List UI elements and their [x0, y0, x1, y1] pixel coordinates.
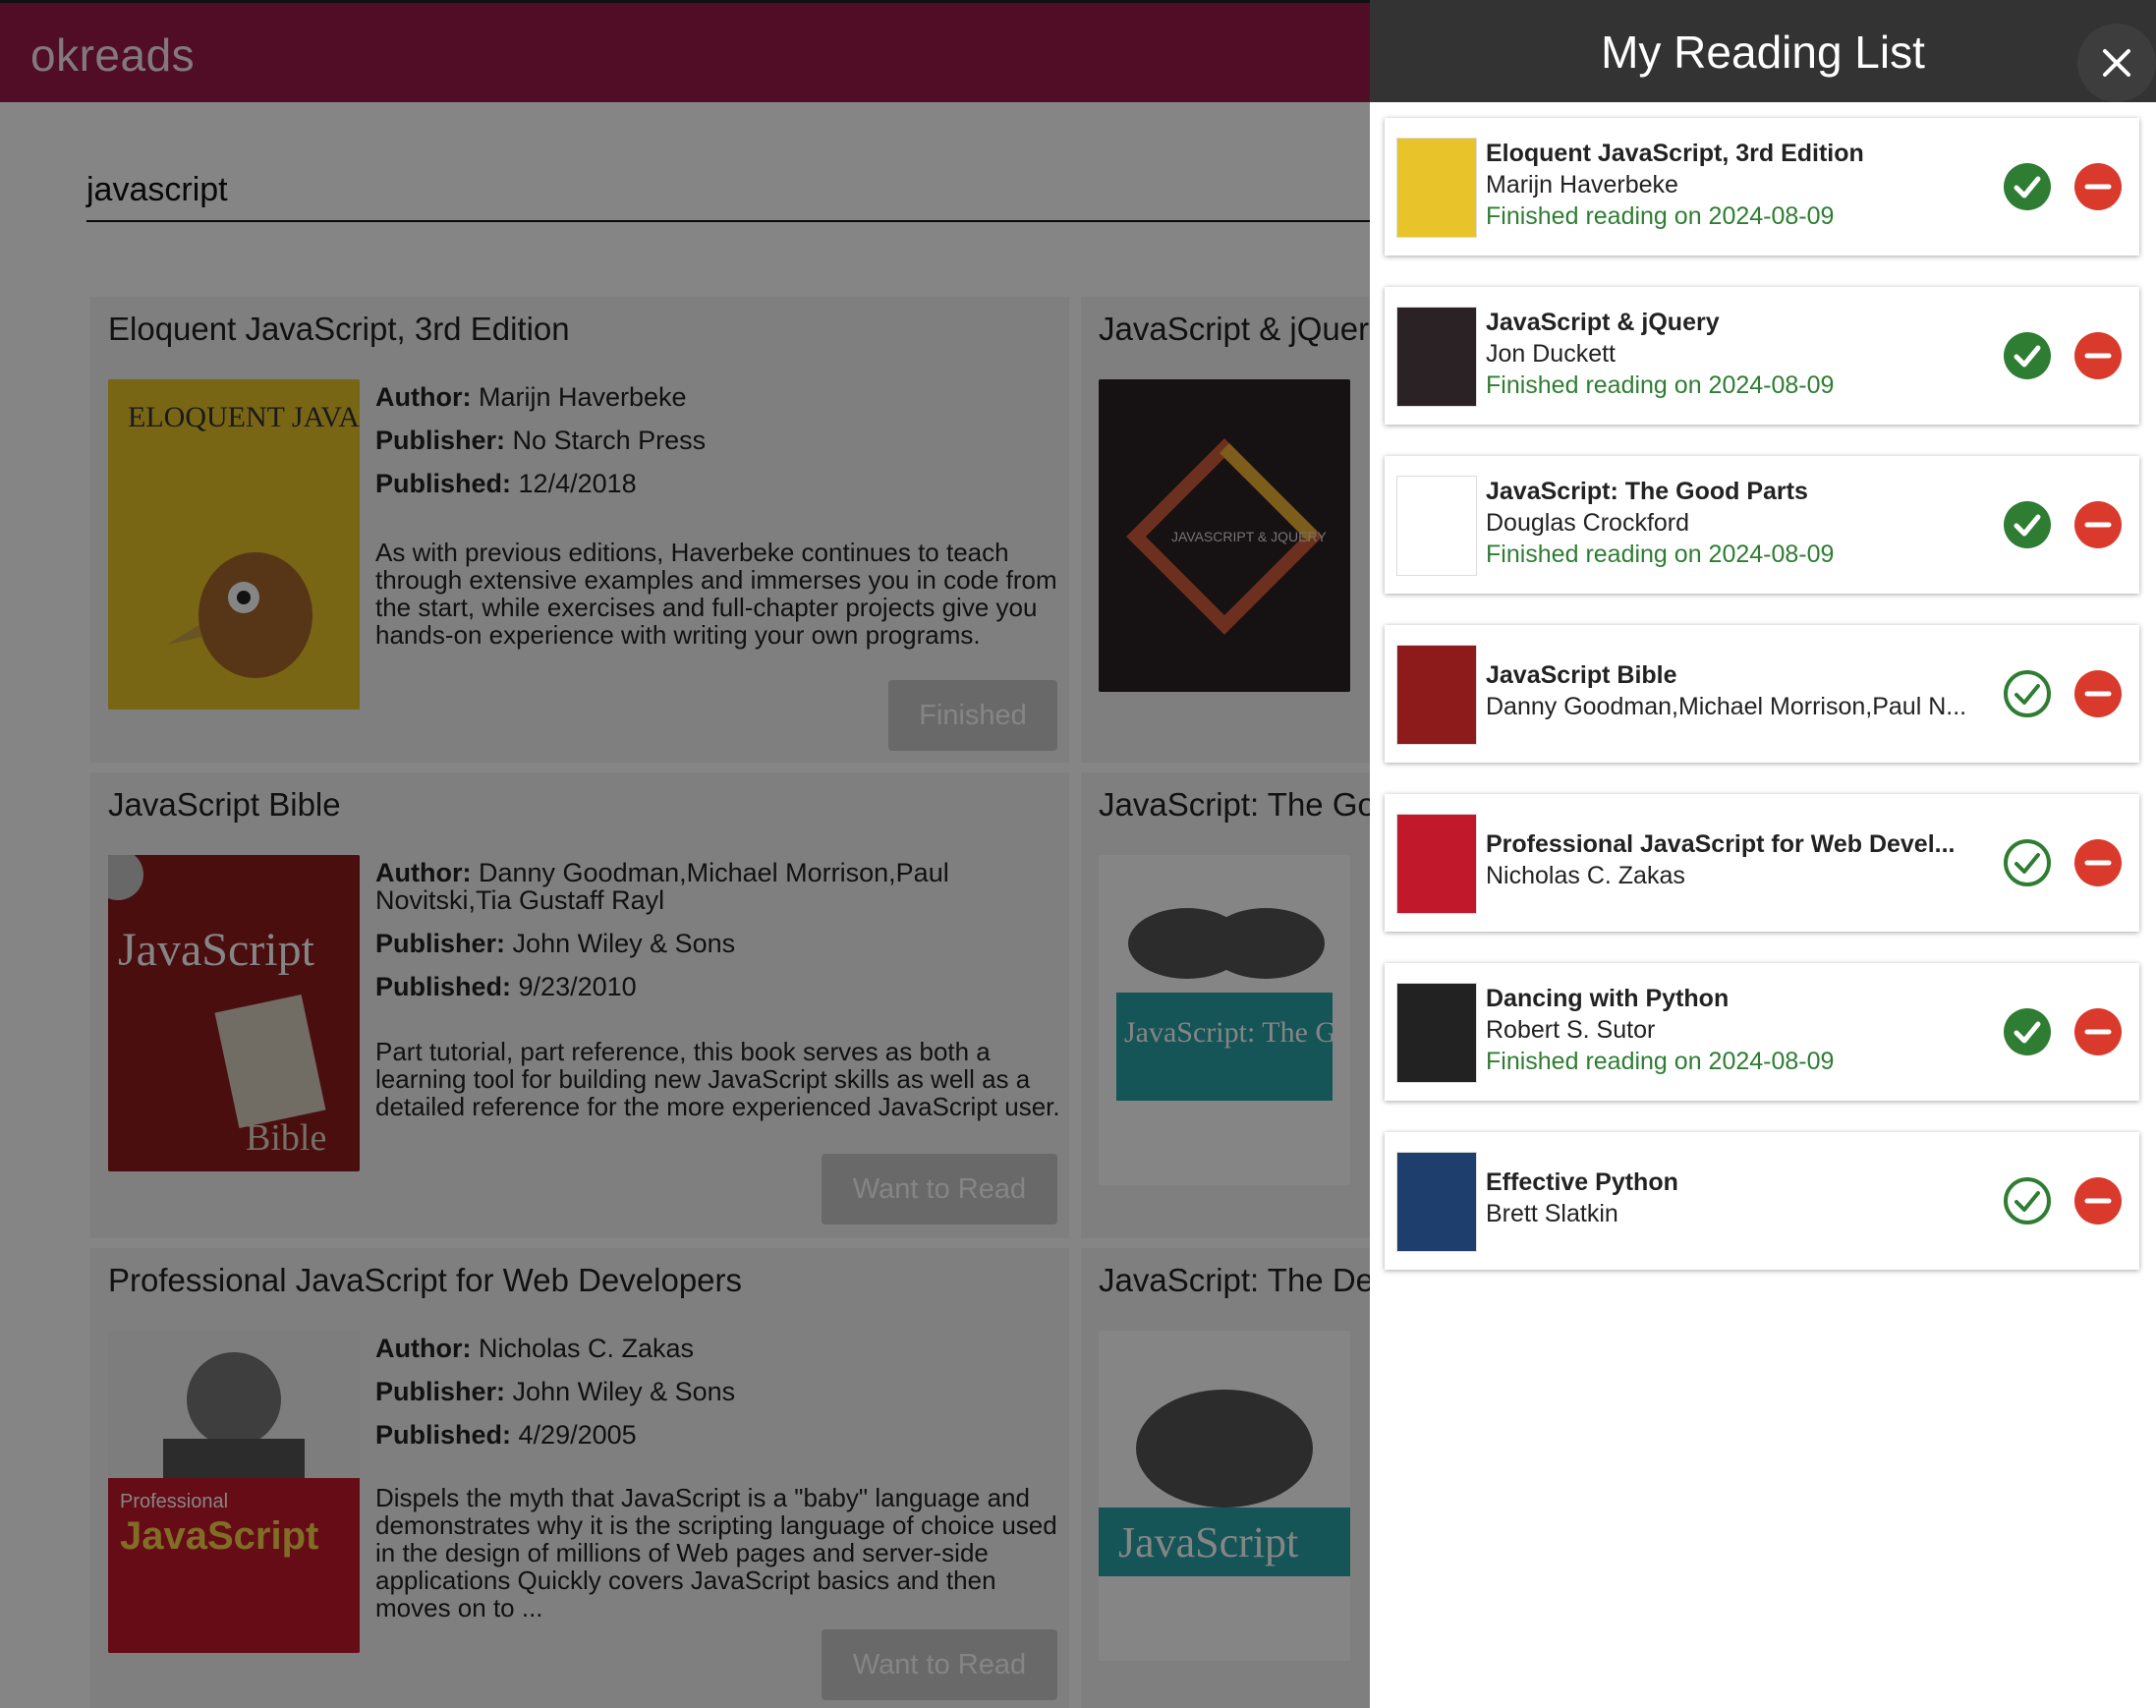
remove-circle-icon [2074, 163, 2122, 210]
reading-list-item-text: JavaScript Bible Danny Goodman,Michael Mo… [1486, 659, 1977, 722]
remove-circle-icon [2074, 1008, 2122, 1055]
reading-list-item-text: Eloquent JavaScript, 3rd Edition Marijn H… [1486, 138, 1977, 232]
reading-list-item-title: Effective Python [1486, 1168, 1678, 1196]
reading-list-item-author: Nicholas C. Zakas [1486, 862, 1685, 889]
mark-finished-button[interactable] [2003, 1176, 2052, 1225]
reading-list-item-author: Brett Slatkin [1486, 1200, 1618, 1227]
reading-list-title: My Reading List [1601, 27, 1925, 78]
reading-list-item-title: Dancing with Python [1486, 985, 1730, 1012]
remove-from-list-button[interactable] [2073, 162, 2123, 211]
reading-list-item-text: JavaScript & jQuery Jon Duckett Finished r… [1486, 307, 1977, 401]
mark-unfinished-button[interactable] [2003, 331, 2052, 380]
remove-circle-icon [2074, 839, 2122, 886]
check-circle-outline-icon [2004, 670, 2051, 717]
app-root: okreads javascript Eloquent JavaScript, … [0, 0, 2156, 1708]
check-circle-filled-icon [2004, 1008, 2051, 1055]
remove-circle-icon [2074, 501, 2122, 548]
remove-circle-icon [2074, 332, 2122, 379]
reading-list-panel: My Reading List Eloquent JavaScript, 3rd… [1370, 0, 2156, 1708]
reading-list-item: JavaScript & jQuery Jon Duckett Finished r… [1385, 287, 2139, 425]
reading-list-item-author: Danny Goodman,Michael Morrison,Paul N... [1486, 693, 1967, 720]
check-circle-filled-icon [2004, 163, 2051, 210]
remove-from-list-button[interactable] [2073, 500, 2123, 549]
reading-list-item: Professional JavaScript for Web Devel...… [1385, 794, 2139, 932]
reading-list-item-author: Robert S. Sutor [1486, 1016, 1656, 1044]
book-thumbnail [1396, 983, 1477, 1083]
remove-from-list-button[interactable] [2073, 838, 2123, 887]
remove-from-list-button[interactable] [2073, 1176, 2123, 1225]
check-circle-outline-icon [2004, 1177, 2051, 1224]
reading-list-header: My Reading List [1370, 0, 2156, 102]
check-circle-filled-icon [2004, 501, 2051, 548]
mark-finished-button[interactable] [2003, 669, 2052, 718]
check-circle-outline-icon [2004, 839, 2051, 886]
check-circle-filled-icon [2004, 332, 2051, 379]
reading-list-item-text: Dancing with Python Robert S. Sutor Finish… [1486, 983, 1977, 1077]
reading-list-item-title: Eloquent JavaScript, 3rd Edition [1486, 140, 1864, 167]
reading-list-item-title: Professional JavaScript for Web Devel... [1486, 830, 1956, 858]
reading-list-item-status: Finished reading on 2024-08-09 [1486, 541, 1835, 568]
reading-list-item-author: Marijn Haverbeke [1486, 171, 1678, 199]
reading-list-item-title: JavaScript: The Good Parts [1486, 478, 1808, 505]
book-thumbnail [1396, 307, 1477, 407]
remove-from-list-button[interactable] [2073, 1007, 2123, 1056]
remove-circle-icon [2074, 1177, 2122, 1224]
reading-list-item-text: JavaScript: The Good Parts Douglas Crockf… [1486, 476, 1977, 570]
remove-from-list-button[interactable] [2073, 669, 2123, 718]
mark-unfinished-button[interactable] [2003, 1007, 2052, 1056]
reading-list-item: Effective Python Brett Slatkin [1385, 1132, 2139, 1270]
reading-list-item-status: Finished reading on 2024-08-09 [1486, 202, 1835, 230]
reading-list-item-author: Douglas Crockford [1486, 509, 1690, 537]
remove-from-list-button[interactable] [2073, 331, 2123, 380]
book-thumbnail [1396, 814, 1477, 914]
reading-list-item: Dancing with Python Robert S. Sutor Finish… [1385, 963, 2139, 1101]
book-thumbnail [1396, 1152, 1477, 1252]
close-button[interactable] [2077, 24, 2156, 102]
mark-unfinished-button[interactable] [2003, 162, 2052, 211]
close-icon [2103, 49, 2130, 77]
reading-list-item: Eloquent JavaScript, 3rd Edition Marijn H… [1385, 118, 2139, 256]
book-thumbnail [1396, 476, 1477, 576]
reading-list-item-text: Professional JavaScript for Web Devel...… [1486, 828, 1977, 891]
reading-list-item-title: JavaScript Bible [1486, 661, 1677, 689]
reading-list-item: JavaScript: The Good Parts Douglas Crockf… [1385, 456, 2139, 594]
book-thumbnail [1396, 645, 1477, 745]
reading-list-item: JavaScript Bible Danny Goodman,Michael Mo… [1385, 625, 2139, 763]
mark-finished-button[interactable] [2003, 838, 2052, 887]
reading-list-item-author: Jon Duckett [1486, 340, 1617, 368]
mark-unfinished-button[interactable] [2003, 500, 2052, 549]
book-thumbnail [1396, 138, 1477, 238]
reading-list-item-text: Effective Python Brett Slatkin [1486, 1167, 1977, 1229]
reading-list-item-title: JavaScript & jQuery [1486, 309, 1720, 336]
remove-circle-icon [2074, 670, 2122, 717]
reading-list-item-status: Finished reading on 2024-08-09 [1486, 1048, 1835, 1075]
modal-backdrop[interactable] [0, 0, 1370, 1708]
reading-list-item-status: Finished reading on 2024-08-09 [1486, 371, 1835, 399]
